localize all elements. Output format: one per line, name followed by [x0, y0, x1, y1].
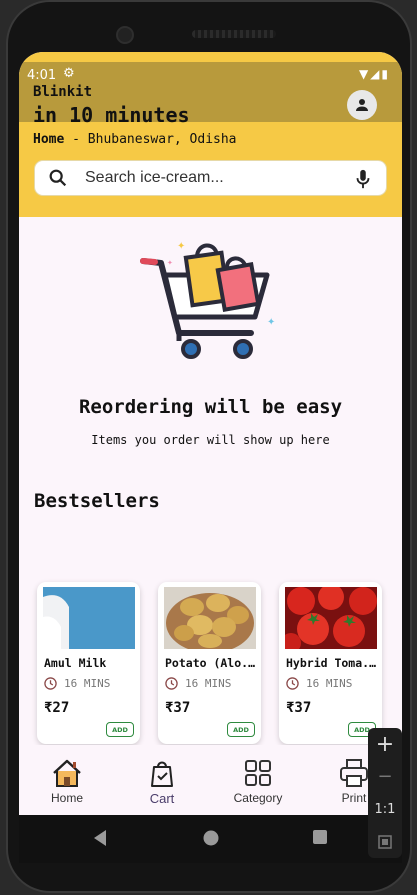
clock-icon [286, 677, 299, 690]
product-card[interactable]: Hybrid Toma... 16 MINS ₹37 ADD [279, 582, 382, 744]
empty-state-title: Reordering will be easy [78, 396, 343, 418]
milk-image [43, 587, 135, 649]
settings-gear-icon: ⚙ [63, 66, 75, 81]
emulator-zoom-panel: + − 1:1 [368, 728, 402, 858]
svg-text:✦: ✦ [167, 259, 173, 267]
camera-bar [108, 20, 328, 50]
delivery-time-text: 16 MINS [185, 677, 232, 690]
svg-text:✦: ✦ [177, 241, 185, 252]
nav-home[interactable]: Home [27, 757, 107, 805]
nav-cart-label: Cart [149, 791, 175, 806]
cart-icon [151, 761, 173, 787]
product-price: ₹27 [44, 700, 70, 716]
person-icon [356, 99, 368, 111]
product-name: Hybrid Toma... [286, 656, 378, 670]
product-price: ₹37 [286, 700, 312, 716]
fit-screen-icon[interactable] [368, 834, 402, 854]
home-circle-icon[interactable] [202, 829, 220, 851]
nav-home-label: Home [50, 791, 83, 805]
recents-icon[interactable] [312, 829, 328, 849]
microphone-icon[interactable] [354, 168, 372, 190]
tomato-image [285, 587, 377, 649]
home-icon [53, 759, 81, 787]
delivery-location[interactable]: Home - Bhubaneswar, Odisha [33, 132, 237, 147]
zoom-out-button[interactable]: − [368, 766, 402, 787]
clock-icon [165, 677, 178, 690]
clock-icon [44, 677, 57, 690]
product-price: ₹37 [165, 700, 191, 716]
app-name: Blinkit [33, 84, 93, 100]
zoom-ratio-button[interactable]: 1:1 [368, 802, 402, 817]
search-bar[interactable] [34, 160, 387, 196]
product-name: Potato (Alo... [165, 656, 257, 670]
add-button[interactable]: ADD [106, 722, 134, 737]
location-value: Bhubaneswar, Odisha [87, 132, 237, 147]
bestsellers-list: Amul Milk 16 MINS ₹27 ADD Potato (Alo... [37, 582, 402, 744]
search-input[interactable] [85, 169, 315, 187]
delivery-time-label: 16 MINS [165, 677, 231, 690]
nav-category-label: Category [233, 791, 283, 805]
empty-state-subtitle: Items you order will show up here [91, 433, 330, 447]
status-time: 4:01 [27, 68, 57, 83]
header: 4:01 ⚙ ▼◢▮ Blinkit in 10 minutes Home - … [19, 52, 402, 217]
delivery-time-label: 16 MINS [286, 677, 352, 690]
delivery-time-text: 16 MINS [64, 677, 111, 690]
location-label: Home [33, 132, 65, 147]
delivery-time: in 10 minutes [33, 103, 190, 127]
printer-icon [340, 759, 368, 787]
nav-cart[interactable]: Cart [122, 757, 202, 806]
add-button[interactable]: ADD [227, 722, 255, 737]
location-separator: - [64, 132, 88, 147]
profile-avatar[interactable] [347, 90, 377, 120]
potato-image [164, 587, 256, 649]
front-camera [116, 26, 134, 44]
system-navigation-bar [19, 815, 402, 863]
app-screen: 4:01 ⚙ ▼◢▮ Blinkit in 10 minutes Home - … [19, 52, 402, 815]
delivery-time-text: 16 MINS [306, 677, 353, 690]
delivery-time-label: 16 MINS [44, 677, 110, 690]
shopping-cart-illustration: ✦ ✦ ✦ [140, 241, 275, 359]
svg-text:✦: ✦ [267, 317, 275, 328]
product-card[interactable]: Potato (Alo... 16 MINS ₹37 ADD [158, 582, 261, 744]
back-icon[interactable] [92, 829, 108, 851]
earpiece-speaker [192, 30, 276, 38]
search-icon [49, 169, 67, 187]
product-name: Amul Milk [44, 656, 107, 670]
category-icon [245, 760, 271, 786]
bestsellers-heading: Bestsellers [34, 490, 160, 512]
nav-category[interactable]: Category [218, 757, 298, 805]
zoom-in-button[interactable]: + [368, 732, 402, 757]
product-card[interactable]: Amul Milk 16 MINS ₹27 ADD [37, 582, 140, 744]
signal-wifi-battery-icon: ▼◢▮ [358, 67, 390, 81]
bottom-navigation: Home Cart Category Print [19, 745, 402, 815]
